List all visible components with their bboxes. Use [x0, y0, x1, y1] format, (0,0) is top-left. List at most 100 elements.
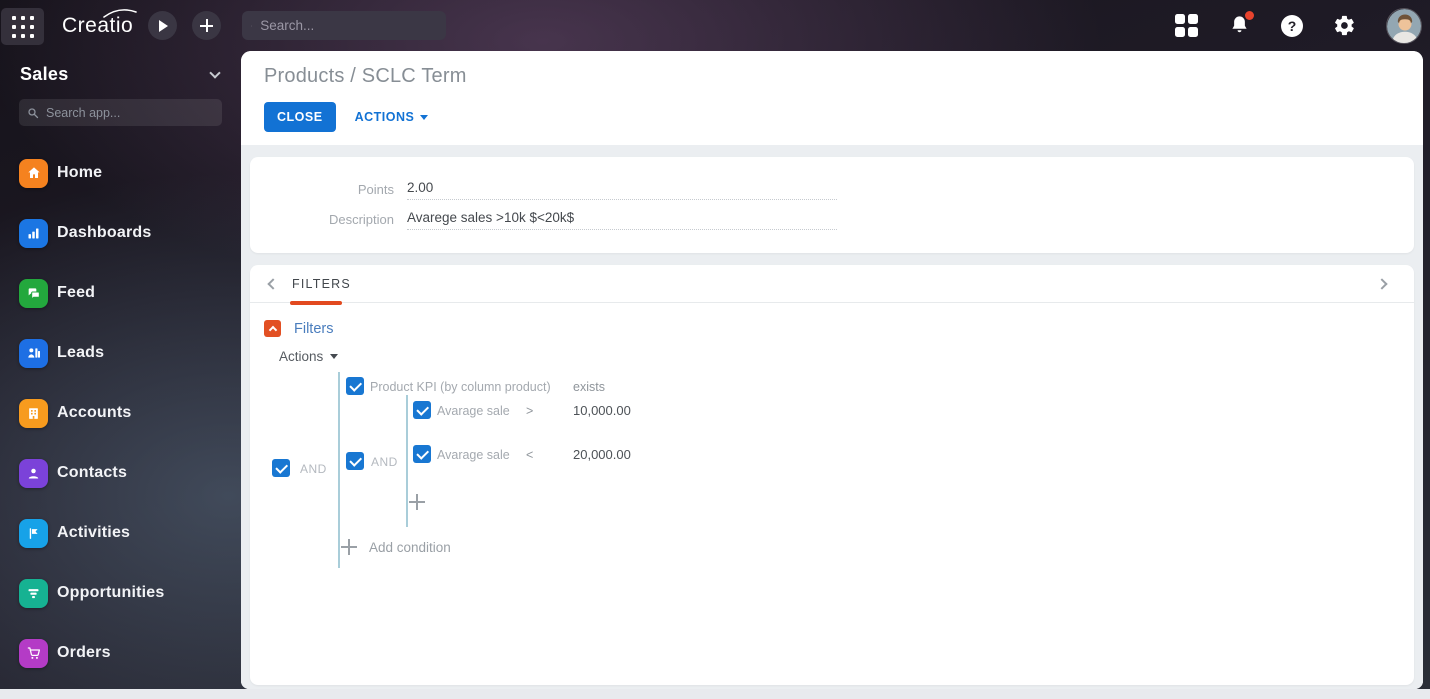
inner-operator-label: AND [371, 455, 398, 469]
inner-and-checkbox[interactable] [346, 452, 364, 470]
sidebar: Sales Home Dashboards [0, 51, 241, 689]
sidebar-item-feed[interactable]: Feed [0, 263, 241, 323]
sidebar-item-opportunities[interactable]: Opportunities [0, 563, 241, 623]
topbar-right-icons [1175, 0, 1422, 51]
bar-chart-icon [19, 218, 48, 248]
chevron-down-icon [209, 66, 221, 79]
apps-grid-icon [1175, 14, 1198, 37]
header-actions-row: CLOSE ACTIONS [264, 102, 1423, 132]
home-icon [19, 158, 48, 188]
logo-swoosh-icon [103, 8, 138, 18]
condition-checkbox[interactable] [413, 445, 431, 463]
page-body: Points Description FILTERS [241, 145, 1423, 689]
chevron-down-icon [330, 354, 339, 359]
sidebar-item-label: Home [57, 164, 103, 181]
sidebar-item-label: Feed [57, 284, 96, 301]
main-window: Products / SCLC Term CLOSE ACTIONS Point… [241, 51, 1423, 689]
funnel-icon [19, 578, 48, 608]
user-avatar[interactable] [1386, 7, 1422, 44]
condition-operator[interactable]: < [526, 448, 533, 462]
search-icon [251, 25, 253, 26]
condition-field[interactable]: Avarage sale [437, 448, 510, 462]
creatio-logo: Creatio [62, 8, 138, 38]
filter-builder: Filters Actions AND Product KPI (by colu… [250, 303, 1414, 683]
quick-add-button[interactable] [192, 11, 222, 40]
sidebar-nav: Home Dashboards Feed Leads Accounts Cont… [0, 143, 241, 683]
close-button[interactable]: CLOSE [264, 102, 336, 132]
workspace-title: Sales [20, 64, 69, 84]
sidebar-item-leads[interactable]: Leads [0, 323, 241, 383]
sidebar-item-contacts[interactable]: Contacts [0, 443, 241, 503]
sidebar-item-orders[interactable]: Orders [0, 623, 241, 683]
outer-operator-label: AND [300, 462, 327, 476]
notifications-button[interactable] [1228, 11, 1254, 37]
avatar-photo [1387, 8, 1421, 43]
play-icon [159, 19, 169, 32]
group-comparison[interactable]: exists [573, 380, 605, 394]
sidebar-item-label: Leads [57, 344, 105, 361]
global-search-input[interactable] [260, 18, 438, 33]
condition-operator[interactable]: > [526, 404, 533, 418]
help-button[interactable] [1281, 14, 1303, 37]
workspace-selector[interactable]: Sales [0, 51, 241, 85]
chat-bubbles-icon [19, 278, 48, 308]
sidebar-item-accounts[interactable]: Accounts [0, 383, 241, 443]
condition-value[interactable]: 10,000.00 [573, 403, 631, 418]
cart-icon [19, 638, 48, 668]
tab-scroll-right-icon[interactable] [1376, 277, 1388, 290]
plus-icon [200, 19, 214, 32]
tab-filters-label: FILTERS [292, 276, 351, 291]
outer-and-checkbox[interactable] [272, 459, 290, 477]
topbar: Creatio [0, 0, 1430, 51]
description-field-row: Description [250, 204, 1414, 234]
building-icon [19, 398, 48, 428]
add-condition-label: Add condition [369, 539, 451, 555]
chevron-down-icon [420, 114, 429, 120]
filter-actions-dropdown[interactable]: Actions [279, 349, 339, 364]
add-condition-button[interactable]: Add condition [341, 539, 451, 555]
collapse-icon [264, 320, 281, 337]
points-input[interactable] [407, 178, 837, 200]
points-field-row: Points [250, 174, 1414, 204]
add-inner-condition-button[interactable] [409, 494, 425, 510]
grid-icon [11, 15, 34, 38]
search-icon [28, 107, 39, 118]
condition-value[interactable]: 20,000.00 [573, 447, 631, 462]
workspaces-button[interactable] [1175, 14, 1198, 37]
record-fields-card: Points Description [250, 157, 1414, 253]
sidebar-item-label: Contacts [57, 464, 128, 481]
condition-checkbox[interactable] [413, 401, 431, 419]
sidebar-item-label: Dashboards [57, 224, 152, 241]
inner-group-line [406, 395, 408, 527]
group-header-checkbox[interactable] [346, 377, 364, 395]
sidebar-item-home[interactable]: Home [0, 143, 241, 203]
group-header-field[interactable]: Product KPI (by column product) [370, 380, 551, 394]
settings-button[interactable] [1333, 14, 1356, 37]
run-process-button[interactable] [148, 11, 178, 40]
sidebar-item-label: Opportunities [57, 584, 165, 601]
app-search-input[interactable] [46, 105, 214, 120]
actions-dropdown-button[interactable]: ACTIONS [355, 110, 429, 124]
condition-field[interactable]: Avarage sale [437, 404, 510, 418]
actions-dropdown-label: ACTIONS [354, 110, 415, 124]
leads-icon [19, 338, 48, 368]
app-launcher-button[interactable] [1, 8, 44, 45]
sidebar-item-label: Activities [57, 524, 131, 541]
filters-section-label: Filters [294, 320, 334, 337]
filters-section-toggle[interactable]: Filters [264, 320, 333, 337]
tab-scroll-left-icon[interactable] [267, 277, 279, 290]
global-search [242, 11, 447, 40]
tab-filters[interactable]: FILTERS [290, 265, 351, 305]
sidebar-item-dashboards[interactable]: Dashboards [0, 203, 241, 263]
page-header: Products / SCLC Term CLOSE ACTIONS [241, 51, 1423, 145]
plus-icon [341, 539, 357, 555]
flag-icon [19, 518, 48, 548]
notification-badge [1245, 11, 1254, 20]
points-label: Points [357, 181, 394, 197]
app-background: Creatio Search... ? Sales Search app... … [0, 0, 1430, 689]
sidebar-item-label: Orders [57, 644, 111, 661]
sidebar-item-activities[interactable]: Activities [0, 503, 241, 563]
tab-bar: FILTERS [250, 265, 1414, 305]
app-search [19, 99, 222, 126]
description-input[interactable] [407, 208, 837, 230]
